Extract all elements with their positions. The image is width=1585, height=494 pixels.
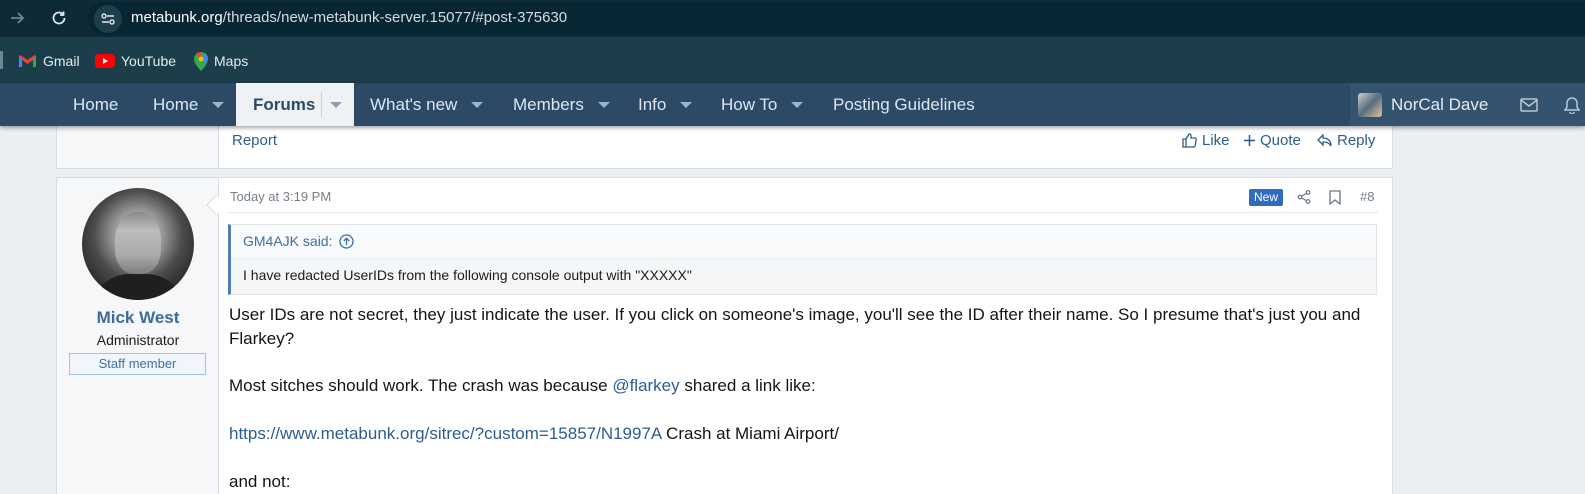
post-paragraph-4: and not: — [229, 472, 291, 491]
chevron-down-icon[interactable] — [680, 101, 693, 108]
nav-info[interactable]: Info — [638, 83, 693, 126]
post-header-divider — [228, 212, 1378, 213]
quote-header: GM4AJK said: — [231, 225, 1376, 259]
nav-how-to[interactable]: How To — [721, 83, 804, 126]
bookmark-youtube[interactable]: YouTube — [95, 51, 176, 71]
author-name[interactable]: Mick West — [57, 308, 219, 328]
arrow-up-circle-icon — [339, 233, 355, 249]
post-number[interactable]: #8 — [1360, 189, 1374, 204]
user-avatar[interactable] — [1358, 93, 1382, 117]
post-paragraph-2: Most sitches should work. The crash was … — [229, 376, 816, 395]
forum-navbar: Home Home Forums What's new Members Info… — [0, 83, 1585, 126]
chevron-down-icon[interactable] — [791, 101, 804, 108]
bell-icon[interactable] — [1562, 95, 1582, 115]
browser-toolbar: metabunk.org/threads/new-metabunk-server… — [0, 0, 1585, 37]
nav-whats-new[interactable]: What's new — [370, 83, 484, 126]
author-avatar[interactable] — [82, 188, 194, 300]
reply-button[interactable]: Reply — [1317, 132, 1375, 149]
post: Mick West Administrator Staff member Tod… — [56, 177, 1393, 494]
quote-text: I have redacted UserIDs from the followi… — [243, 267, 692, 283]
share-icon[interactable] — [1295, 188, 1313, 206]
thumbs-up-icon — [1182, 133, 1197, 148]
site-info-icon[interactable] — [94, 5, 122, 33]
quote-button[interactable]: Quote — [1244, 132, 1301, 149]
report-link[interactable]: Report — [232, 132, 277, 149]
bookmarks-divider — [0, 51, 3, 69]
avatar-shoulders — [90, 274, 186, 300]
user-name[interactable]: NorCal Dave — [1391, 95, 1488, 115]
youtube-icon — [95, 54, 115, 68]
bookmark-maps[interactable]: Maps — [194, 51, 248, 71]
gmail-icon — [19, 55, 36, 67]
nav-posting-guidelines[interactable]: Posting Guidelines — [833, 83, 975, 126]
new-badge: New — [1249, 189, 1284, 206]
reply-icon — [1317, 134, 1332, 147]
like-button[interactable]: Like — [1182, 132, 1230, 149]
nav-forums[interactable]: Forums — [236, 83, 354, 126]
chevron-down-icon[interactable] — [597, 101, 610, 108]
url-text[interactable]: metabunk.org/threads/new-metabunk-server… — [131, 9, 567, 26]
nav-home-logo[interactable]: Home — [73, 83, 118, 126]
forward-icon[interactable] — [6, 7, 28, 29]
nav-divider — [321, 92, 322, 117]
post-time[interactable]: Today at 3:19 PM — [230, 189, 331, 204]
sitrec-link[interactable]: https://www.metabunk.org/sitrec/?custom=… — [229, 424, 661, 443]
quote-block: GM4AJK said: I have redacted UserIDs fro… — [228, 224, 1377, 295]
mail-icon[interactable] — [1519, 95, 1539, 115]
avatar-face — [115, 212, 161, 274]
bookmark-icon[interactable] — [1326, 188, 1344, 206]
maps-icon — [194, 51, 208, 71]
bookmark-gmail[interactable]: Gmail — [18, 51, 80, 71]
plus-icon — [1244, 135, 1255, 146]
chevron-down-icon[interactable] — [212, 101, 225, 108]
post-paragraph-1: User IDs are not secret, they just indic… — [229, 305, 1361, 348]
user-area: NorCal Dave — [1350, 83, 1585, 126]
nav-members[interactable]: Members — [513, 83, 610, 126]
reload-icon[interactable] — [48, 7, 70, 29]
post-paragraph-3: https://www.metabunk.org/sitrec/?custom=… — [229, 424, 839, 443]
post-user-column: Mick West Administrator Staff member — [57, 178, 219, 494]
staff-member-banner: Staff member — [69, 353, 206, 375]
quote-author-link[interactable]: GM4AJK said: — [243, 233, 355, 249]
mention-link[interactable]: @flarkey — [612, 376, 679, 395]
nav-home[interactable]: Home — [153, 83, 225, 126]
chevron-down-icon[interactable] — [471, 101, 484, 108]
chevron-down-icon[interactable] — [330, 102, 342, 108]
bookmarks-bar: Gmail YouTube Maps — [0, 37, 1585, 83]
author-title: Administrator — [96, 332, 180, 348]
